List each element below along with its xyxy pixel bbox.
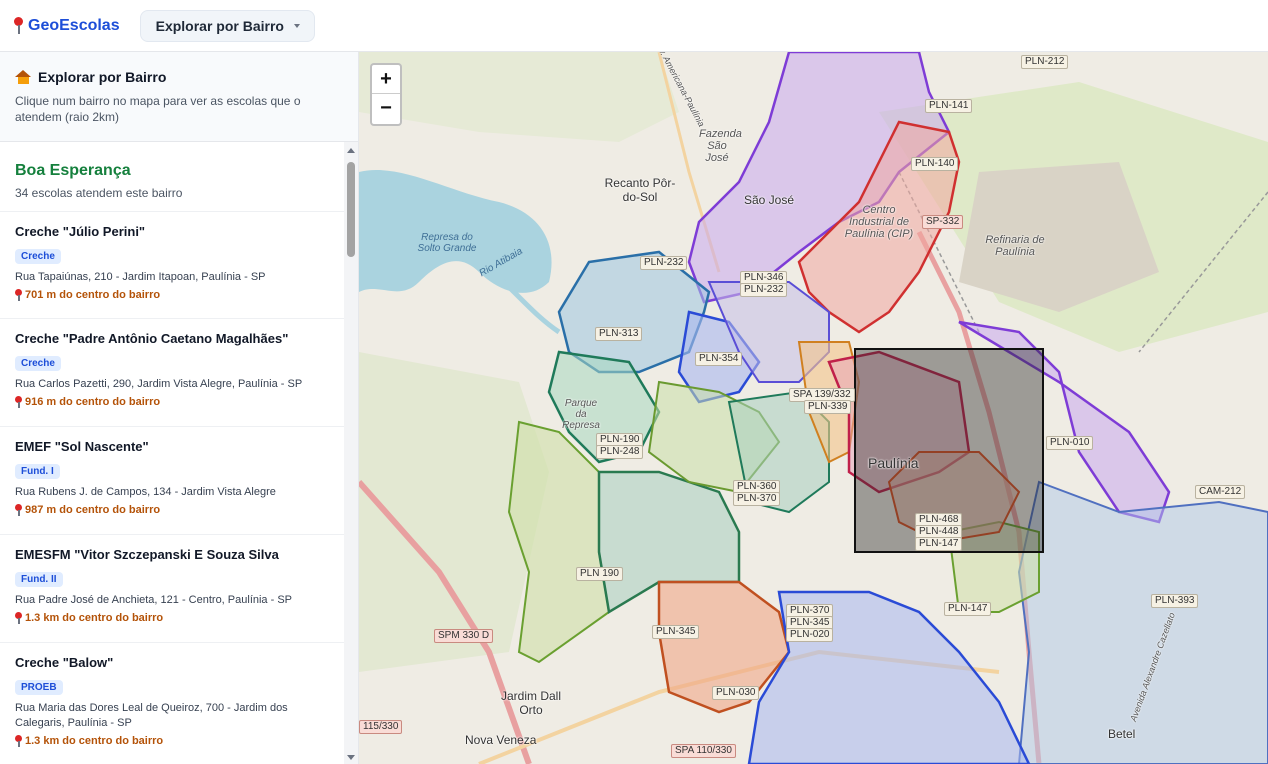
brand[interactable]: GeoEscolas xyxy=(14,17,120,35)
road-label: PLN-354 xyxy=(695,352,743,366)
road-label: PLN-232 xyxy=(640,256,688,270)
road-label: PLN-370 xyxy=(733,492,781,506)
school-address: Rua Tapaiúnas, 210 - Jardim Itapoan, Pau… xyxy=(15,271,266,283)
neighborhood-betel[interactable] xyxy=(1017,480,1268,764)
road-label: PLN-345 xyxy=(652,625,700,639)
road-label: SPM 330 D xyxy=(434,629,494,643)
school-address: Rua Rubens J. de Campos, 134 - Jardim Vi… xyxy=(15,486,276,498)
chevron-down-icon xyxy=(293,23,300,28)
map-pin-icon xyxy=(15,504,22,516)
road-label: CAM-212 xyxy=(1195,485,1246,499)
map-pin-icon xyxy=(14,17,23,34)
school-address: Rua Padre José de Anchieta, 121 - Centro… xyxy=(15,594,292,606)
road-label: PLN-147 xyxy=(915,537,963,551)
school-distance-text: 1.3 km do centro do bairro xyxy=(25,735,164,747)
intro-panel: Explorar por Bairro Clique num bairro no… xyxy=(0,52,358,142)
map-view[interactable]: + − PLN-212 PLN-141 PLN-140 SP-332 PLN-2… xyxy=(359,52,1268,764)
place-label: Paulínia xyxy=(868,455,919,471)
place-label: Nova Veneza xyxy=(465,733,537,747)
school-distance-text: 987 m do centro do bairro xyxy=(25,504,161,516)
list-item[interactable]: Creche "Padre Antônio Caetano Magalhães"… xyxy=(0,319,344,427)
scroll-up-arrow-icon[interactable] xyxy=(347,148,355,153)
school-address: Rua Carlos Pazetti, 290, Jardim Vista Al… xyxy=(15,378,303,390)
list-item[interactable]: EMEF "Sol Nascente" Fund. I Rua Rubens J… xyxy=(0,427,344,535)
school-address: Rua Maria das Dores Leal de Queiroz, 700… xyxy=(15,702,288,729)
school-list[interactable]: Boa Esperança 34 escolas atendem este ba… xyxy=(0,142,344,764)
school-name: Creche "Balow" xyxy=(15,655,114,670)
place-label: Parque da Represa xyxy=(562,398,600,431)
zoom-out-button[interactable]: − xyxy=(372,94,400,123)
place-label: São José xyxy=(744,193,795,207)
brand-name: GeoEscolas xyxy=(28,16,120,34)
map-pin-icon xyxy=(15,396,22,408)
school-name: Creche "Júlio Perini" xyxy=(15,224,146,239)
scroll-down-arrow-icon[interactable] xyxy=(347,755,355,760)
road-label: SPA 110/330 xyxy=(671,744,736,758)
intro-description: Clique num bairro no mapa para ver as es… xyxy=(15,94,301,124)
place-label: Fazenda São José xyxy=(699,128,742,164)
road-label: PLN 190 xyxy=(576,567,623,581)
school-distance: 701 m do centro do bairro xyxy=(15,289,329,301)
neighborhood-header: Boa Esperança 34 escolas atendem este ba… xyxy=(0,142,344,212)
school-type-badge: Creche xyxy=(15,356,61,371)
intro-title: Explorar por Bairro xyxy=(15,69,343,85)
neighborhood-school-count: 34 escolas atendem este bairro xyxy=(15,186,183,200)
road-label: PLN-232 xyxy=(740,283,788,297)
place-label: Centro Industrial de Paulínia (CIP) xyxy=(844,204,914,240)
road-label: PLN-010 xyxy=(1046,436,1094,450)
road-label: PLN-393 xyxy=(1151,594,1199,608)
list-item[interactable]: Creche "Balow" PROEB Rua Maria das Dores… xyxy=(0,643,344,764)
map-pin-icon xyxy=(15,289,22,301)
mode-dropdown[interactable]: Explorar por Bairro xyxy=(139,9,315,42)
map-pin-icon xyxy=(15,612,22,624)
road-label: PLN-030 xyxy=(712,686,760,700)
school-name: EMESFM "Vitor Szczepanski E Souza Silva xyxy=(15,547,279,562)
list-item[interactable]: EMESFM "Vitor Szczepanski E Souza Silva … xyxy=(0,535,344,643)
mode-dropdown-label: Explorar por Bairro xyxy=(155,17,284,34)
school-distance-text: 701 m do centro do bairro xyxy=(25,289,161,301)
place-label: Betel xyxy=(1108,727,1136,741)
school-type-badge: Fund. I xyxy=(15,464,60,479)
road-label: PLN-140 xyxy=(911,157,959,171)
school-distance-text: 916 m do centro do bairro xyxy=(25,396,161,408)
school-distance: 987 m do centro do bairro xyxy=(15,504,329,516)
road-label: PLN-248 xyxy=(596,445,644,459)
school-type-badge: Fund. II xyxy=(15,572,63,587)
app-header: GeoEscolas Explorar por Bairro xyxy=(0,0,1268,52)
sidebar: Explorar por Bairro Clique num bairro no… xyxy=(0,52,359,764)
intro-title-text: Explorar por Bairro xyxy=(38,69,167,85)
place-label: Recanto Pôr-do-Sol xyxy=(604,176,676,204)
neighborhood-name: Boa Esperança xyxy=(15,162,131,179)
house-icon xyxy=(15,70,32,84)
school-distance: 1.3 km do centro do bairro xyxy=(15,612,329,624)
road-label: PLN-339 xyxy=(804,400,852,414)
school-distance-text: 1.3 km do centro do bairro xyxy=(25,612,164,624)
road-label: PLN-212 xyxy=(1021,55,1069,69)
school-type-badge: PROEB xyxy=(15,680,63,695)
road-label: 115/330 xyxy=(359,720,403,734)
zoom-control: + − xyxy=(370,63,402,126)
list-item[interactable]: Creche "Júlio Perini" Creche Rua Tapaiún… xyxy=(0,212,344,319)
school-distance: 916 m do centro do bairro xyxy=(15,396,329,408)
school-name: Creche "Padre Antônio Caetano Magalhães" xyxy=(15,331,289,346)
zoom-in-button[interactable]: + xyxy=(372,65,400,94)
place-label: Refinaria de Paulínia xyxy=(985,234,1045,258)
water-label: Represa do Solto Grande xyxy=(417,232,477,254)
scrollbar[interactable] xyxy=(344,142,358,764)
road-label: PLN-141 xyxy=(925,99,973,113)
road-label: SP-332 xyxy=(922,215,964,229)
school-distance: 1.3 km do centro do bairro xyxy=(15,735,329,747)
school-name: EMEF "Sol Nascente" xyxy=(15,439,149,454)
road-label: PLN-147 xyxy=(944,602,992,616)
road-label: PLN-313 xyxy=(595,327,643,341)
place-label: Jardim Dall Orto xyxy=(500,689,561,717)
scrollbar-thumb[interactable] xyxy=(347,162,355,257)
school-type-badge: Creche xyxy=(15,249,61,264)
road-label: PLN-020 xyxy=(786,628,834,642)
map-pin-icon xyxy=(15,735,22,747)
